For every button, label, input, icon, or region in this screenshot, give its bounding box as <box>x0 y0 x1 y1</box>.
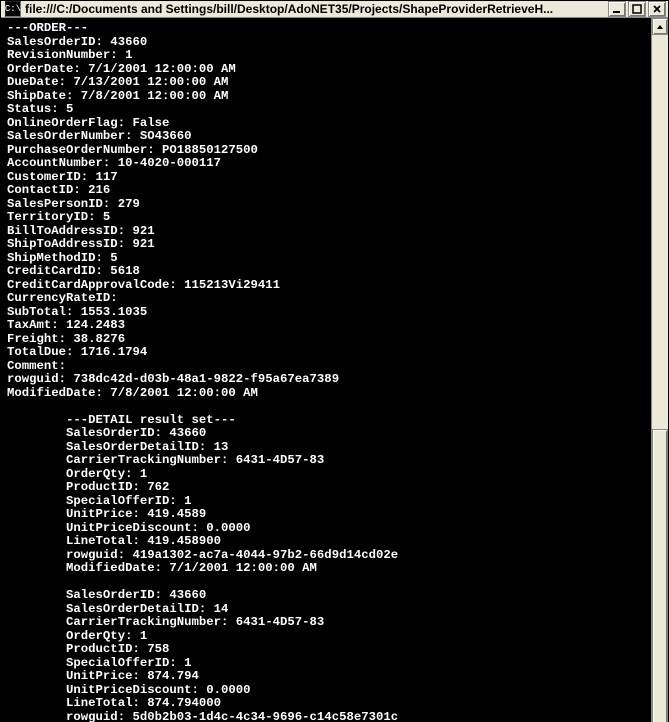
console-window: C:\ file:///C:/Documents and Settings/bi… <box>0 0 669 722</box>
minimize-button[interactable] <box>608 1 626 17</box>
titlebar[interactable]: C:\ file:///C:/Documents and Settings/bi… <box>1 1 668 18</box>
maximize-button[interactable] <box>628 1 646 17</box>
vertical-scrollbar[interactable] <box>651 18 668 722</box>
cmd-icon: C:\ <box>5 1 21 17</box>
scroll-track[interactable] <box>652 35 668 722</box>
console-output: ---ORDER--- SalesOrderID: 43660 Revision… <box>1 18 651 722</box>
window-title: file:///C:/Documents and Settings/bill/D… <box>25 2 608 16</box>
close-button[interactable] <box>648 1 666 17</box>
scroll-thumb[interactable] <box>652 429 668 722</box>
scroll-up-button[interactable] <box>652 18 668 35</box>
